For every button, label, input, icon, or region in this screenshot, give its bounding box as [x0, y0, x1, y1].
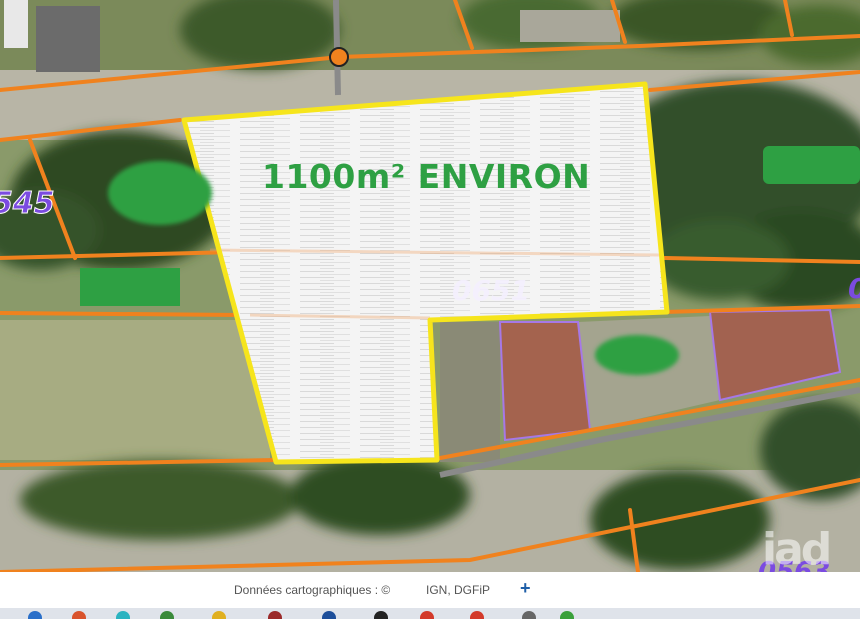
privacy-blob-1	[108, 161, 212, 225]
taskbar-app-icon[interactable]	[560, 611, 574, 619]
map-attribution-bar: Données cartographiques : © IGN, DGFiP +	[0, 572, 860, 608]
attribution-expand-button[interactable]: +	[520, 578, 531, 599]
attribution-text: Données cartographiques : ©	[234, 583, 391, 597]
taskbar-app-icon[interactable]	[470, 611, 484, 619]
taskbar-app-icon[interactable]	[374, 611, 388, 619]
roof-beige	[520, 10, 620, 42]
map-screenshot: 0651 545 0 0563 1100m² ENVIRON iad Donné…	[0, 0, 860, 619]
taskbar-app-icon[interactable]	[322, 611, 336, 619]
building-roof-1	[500, 322, 590, 440]
agency-watermark-logo: iad	[762, 524, 832, 572]
taskbar-app-icon[interactable]	[522, 611, 536, 619]
map-view[interactable]: 0651 545 0 0563 1100m² ENVIRON iad	[0, 0, 860, 572]
parcel-number-right: 0	[848, 272, 860, 305]
taskbar-app-icon[interactable]	[116, 611, 130, 619]
building-yard	[440, 322, 500, 462]
privacy-blob-2	[80, 268, 180, 306]
area-label: 1100m² ENVIRON	[262, 157, 591, 196]
roof-grey	[36, 6, 100, 72]
taskbar-app-icon[interactable]	[72, 611, 86, 619]
privacy-blob-4	[595, 335, 679, 375]
roof-white	[4, 0, 28, 48]
taskbar-app-icon[interactable]	[212, 611, 226, 619]
taskbar-app-icon[interactable]	[160, 611, 174, 619]
taskbar-app-icon[interactable]	[28, 611, 42, 619]
parcel-number-left: 545	[0, 186, 55, 221]
field-left	[0, 320, 270, 460]
map-canvas: 0651 545 0 0563	[0, 0, 860, 572]
parcel-number-center: 0651	[452, 274, 530, 307]
attribution-sources: IGN, DGFiP	[426, 583, 491, 597]
map-point-marker[interactable]	[329, 47, 349, 67]
taskbar-app-icon[interactable]	[420, 611, 434, 619]
taskbar-strip	[0, 608, 860, 619]
privacy-blob-3	[763, 146, 860, 184]
taskbar-app-icon[interactable]	[268, 611, 282, 619]
